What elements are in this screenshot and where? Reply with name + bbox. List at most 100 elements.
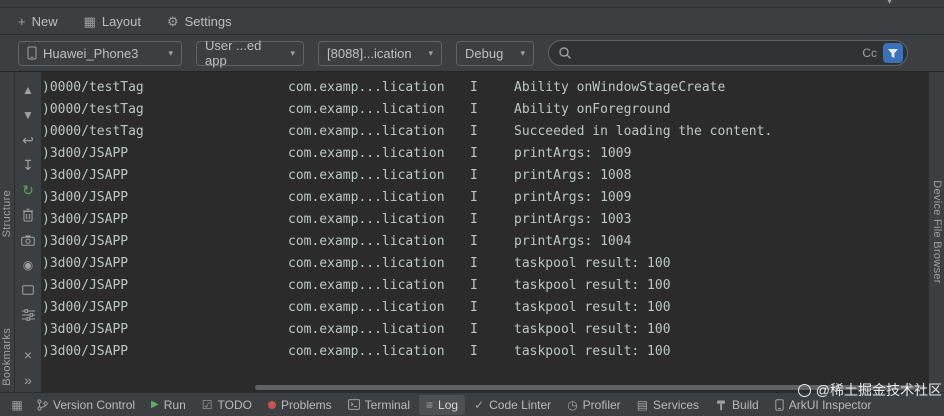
statusbar-item-log[interactable]: ≡ Log	[419, 394, 466, 415]
statusbar-item-terminal[interactable]: Terminal	[341, 395, 417, 415]
search-input[interactable]	[578, 45, 857, 61]
settings-button[interactable]: ⚙ Settings	[167, 14, 232, 29]
log-tag: )0000/testTag	[42, 80, 144, 95]
log-row: )3d00/JSAPP com.examp...lication Itaskpool…	[42, 253, 928, 275]
statusbar-item-label: Log	[438, 397, 459, 412]
log-level: I	[470, 190, 478, 205]
layout-button[interactable]: ▦ Layout	[84, 14, 141, 29]
statusbar-item-problems[interactable]: Problems	[261, 395, 339, 415]
chevron-down-icon: ▾	[290, 47, 295, 58]
log-message: taskpool result: 100	[514, 300, 671, 315]
log-tag: )0000/testTag	[42, 124, 144, 139]
screen-record-icon[interactable]: ◉	[20, 257, 36, 273]
grid-icon: ▦	[83, 13, 96, 29]
log-level: I	[470, 212, 478, 227]
quick-toolbar: + New ▦ Layout ⚙ Settings	[0, 8, 944, 34]
problems-icon	[267, 400, 276, 409]
log-row: )3d00/JSAPP com.examp...lication IprintArg…	[42, 209, 928, 231]
log-message: printArgs: 1009	[514, 146, 632, 161]
services-icon: ▤	[636, 397, 649, 412]
search-filter-button[interactable]	[883, 43, 903, 63]
toolwindow-switcher-icon[interactable]: ▦	[6, 398, 28, 412]
layout-button-label: Layout	[101, 13, 141, 29]
right-toolwindow-bar: Device File Browser	[928, 72, 944, 392]
statusbar-item-label: Build	[732, 397, 759, 412]
arkui-inspector-icon	[775, 398, 784, 411]
log-message: taskpool result: 100	[514, 344, 671, 359]
statusbar-item-todo[interactable]: ☑ TODO	[195, 395, 259, 415]
device-frame-icon[interactable]	[20, 282, 36, 298]
left-toolwindow-bar: Structure Bookmarks	[0, 72, 15, 392]
log-output: )0000/testTag com.examp...lication I Abilit…	[42, 72, 928, 392]
run-config-toolbar: Huawei_Phone3 ▾ User ...ed app ▾ [8088].…	[0, 34, 944, 72]
log-level: I	[470, 300, 478, 315]
log-row: )0000/testTag com.examp...lication I Abilit…	[42, 99, 928, 121]
log-level: I	[470, 256, 478, 271]
main-area: Structure Bookmarks ▲ ▼ ↩ ↧ ↻ ◉ × »)000…	[0, 72, 944, 392]
log-row: )3d00/JSAPP com.examp...lication Itaskpool…	[42, 297, 928, 319]
expand-icon[interactable]: »	[20, 372, 36, 388]
plus-icon: +	[18, 13, 26, 29]
log-row: )3d00/JSAPP com.examp...lication IprintArg…	[42, 187, 928, 209]
app-selector[interactable]: User ...ed app ▾	[196, 38, 304, 68]
log-tag: )0000/testTag	[42, 102, 144, 117]
watermark: @稀土掘金技术社区	[797, 380, 942, 400]
log-row: )3d00/JSAPP com.examp...lication Itaskpool…	[42, 275, 928, 297]
log-filter-icon[interactable]	[20, 307, 36, 323]
log-tag: )3d00/JSAPP	[42, 190, 129, 205]
log-message: taskpool result: 100	[514, 256, 671, 271]
profiler-icon: ◷	[567, 397, 578, 412]
device-selector[interactable]: Huawei_Phone3 ▾	[18, 40, 182, 66]
chevron-down-icon: ▾	[520, 47, 525, 58]
close-icon[interactable]: ×	[20, 347, 36, 363]
log-message: Succeeded in loading the content.	[514, 124, 773, 139]
new-button[interactable]: + New	[18, 14, 58, 29]
juejin-logo-icon	[797, 383, 811, 397]
log-package: com.examp...lication	[288, 102, 445, 117]
screenshot-icon[interactable]	[20, 232, 36, 248]
statusbar-item-build[interactable]: Build	[708, 395, 766, 415]
statusbar-item-services[interactable]: ▤ Services	[630, 395, 706, 415]
log-level: I	[470, 80, 478, 95]
process-selector-value: [8088]...ication	[327, 45, 412, 61]
chevron-down-icon[interactable]: ▾	[887, 0, 892, 7]
scroll-to-end-icon[interactable]: ↧	[20, 157, 36, 173]
match-case-toggle[interactable]: Cc	[862, 46, 877, 60]
log-level: I	[470, 344, 478, 359]
todo-icon: ☑	[201, 397, 213, 412]
log-row: )3d00/JSAPP com.examp...lication IprintArg…	[42, 231, 928, 253]
log-tag: )3d00/JSAPP	[42, 234, 129, 249]
log-level-value: Debug	[465, 45, 504, 61]
statusbar-item-run[interactable]: ▶ Run	[144, 395, 193, 415]
log-row: )3d00/JSAPP com.examp...lication IprintArg…	[42, 143, 928, 165]
statusbar-item-label: Code Linter	[489, 397, 552, 412]
toolwindow-device-file-browser[interactable]: Device File Browser	[931, 180, 943, 284]
log-level: I	[470, 322, 478, 337]
toolwindow-structure[interactable]: Structure	[1, 190, 13, 237]
log-message: taskpool result: 100	[514, 278, 671, 293]
restart-icon[interactable]: ↻	[20, 182, 36, 198]
process-selector[interactable]: [8088]...ication ▾	[318, 40, 442, 66]
code-linter-icon: ✓	[474, 397, 485, 412]
log-package: com.examp...lication	[288, 300, 445, 315]
statusbar-item-version-control[interactable]: Version Control	[30, 395, 142, 415]
log-level: I	[470, 278, 478, 293]
gear-icon: ⚙	[166, 13, 179, 29]
log-level: I	[470, 124, 478, 139]
soft-wrap-icon[interactable]: ↩	[20, 132, 36, 148]
log-level: I	[470, 146, 478, 161]
log-tag: )3d00/JSAPP	[42, 146, 129, 161]
log-tag: )3d00/JSAPP	[42, 212, 129, 227]
terminal-icon	[347, 399, 360, 410]
log-level-selector[interactable]: Debug ▾	[456, 40, 534, 66]
clear-log-icon[interactable]	[20, 207, 36, 223]
log-message: printArgs: 1004	[514, 234, 632, 249]
toolwindow-bookmarks[interactable]: Bookmarks	[1, 328, 13, 386]
log-message: Ability onWindowStageCreate	[514, 80, 726, 95]
scroll-down-icon[interactable]: ▼	[20, 107, 36, 123]
statusbar-item-profiler[interactable]: ◷ Profiler	[560, 395, 628, 415]
statusbar-item-label: Problems	[280, 397, 332, 412]
log-tag: )3d00/JSAPP	[42, 168, 129, 183]
scroll-up-icon[interactable]: ▲	[20, 82, 36, 98]
statusbar-item-code-linter[interactable]: ✓ Code Linter	[467, 395, 558, 415]
